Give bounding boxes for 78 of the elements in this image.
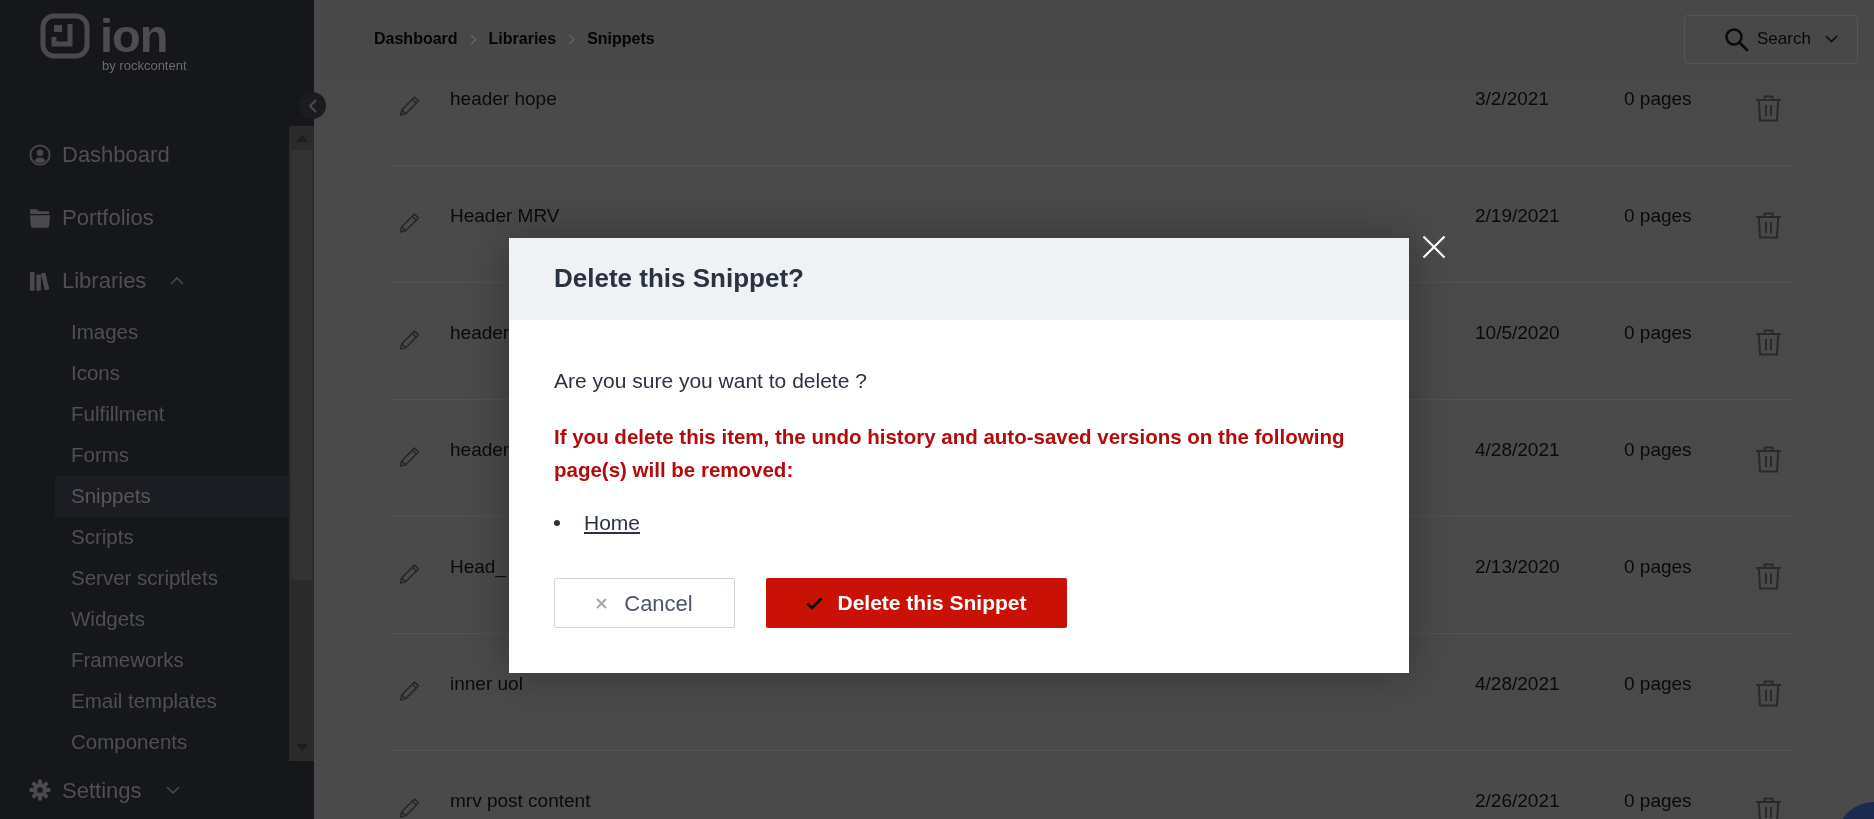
trash-icon[interactable]	[1754, 95, 1783, 122]
trash-icon[interactable]	[1754, 563, 1783, 590]
search-icon	[1724, 26, 1749, 52]
sidebar-subitem[interactable]: Server scriptlets	[55, 558, 289, 599]
snippet-date: 4/28/2021	[1475, 674, 1560, 694]
page-count: 0 pages	[1624, 323, 1692, 343]
sidebar-subitem[interactable]: Scripts	[55, 517, 289, 558]
snippet-date: 2/19/2021	[1475, 206, 1560, 226]
delete-button[interactable]: Delete this Snippet	[766, 578, 1067, 628]
scrollbar[interactable]	[289, 126, 314, 761]
user-circle-icon	[29, 143, 51, 166]
snippet-name: header	[450, 440, 510, 460]
chevron-right-icon	[568, 33, 576, 45]
page-count: 0 pages	[1624, 89, 1692, 109]
chevron-down-icon	[1824, 35, 1838, 43]
page-count: 0 pages	[1624, 206, 1692, 226]
page-count: 0 pages	[1624, 440, 1692, 460]
chevron-right-icon	[469, 33, 477, 45]
warning-message: If you delete this item, the undo history and auto-saved versions on the following page(s) will be removed:	[554, 424, 1346, 483]
cross-icon	[596, 597, 608, 609]
snippet-name: inner uol	[450, 674, 523, 694]
sidebar-subitem[interactable]: Widgets	[55, 599, 289, 640]
snippet-date: 10/5/2020	[1475, 323, 1560, 343]
logo-tagline: by rockcontent	[102, 59, 187, 73]
trash-icon[interactable]	[1754, 797, 1783, 819]
cancel-button[interactable]: Cancel	[554, 578, 735, 628]
sidebar-item[interactable]: Libraries	[0, 249, 289, 312]
pencil-icon[interactable]	[398, 679, 422, 702]
checkmark-icon	[806, 596, 824, 610]
sidebar-subitem[interactable]: Icons	[55, 353, 289, 394]
breadcrumb-link[interactable]: Libraries	[488, 27, 557, 51]
logo-icon	[40, 13, 90, 59]
snippet-name: Header MRV	[450, 206, 560, 226]
sidebar-item[interactable]: Portfolios	[0, 186, 289, 249]
trash-icon[interactable]	[1754, 446, 1783, 473]
dialog-title: Delete this Snippet?	[554, 263, 804, 295]
pencil-icon[interactable]	[398, 445, 422, 468]
logo-wordmark: ion	[100, 16, 168, 56]
sidebar-subitem[interactable]: Snippets	[55, 476, 289, 517]
trash-icon[interactable]	[1754, 329, 1783, 356]
pencil-icon[interactable]	[398, 796, 422, 819]
snippet-date: 3/2/2021	[1475, 89, 1549, 109]
pencil-icon[interactable]	[398, 211, 422, 234]
trash-icon[interactable]	[1754, 680, 1783, 707]
books-icon	[29, 269, 51, 292]
snippet-date: 2/13/2020	[1475, 557, 1560, 577]
chevron-left-icon	[308, 98, 317, 113]
gear-icon	[29, 779, 51, 801]
sidebar-subitem[interactable]: Fulfillment	[55, 394, 289, 435]
sidebar-subitem[interactable]: Frameworks	[55, 640, 289, 681]
breadcrumb-link[interactable]: Dashboard	[374, 27, 458, 51]
close-icon[interactable]	[1422, 235, 1446, 259]
sidebar-subitem[interactable]: Images	[55, 312, 289, 353]
sidebar-item[interactable]: Dashboard	[0, 126, 289, 186]
bullet-icon	[554, 520, 560, 526]
sidebar-subitem[interactable]: Forms	[55, 435, 289, 476]
breadcrumb-current: Snippets	[587, 29, 655, 49]
search-button[interactable]: Search	[1684, 14, 1858, 64]
sidebar-item[interactable]: Settings	[0, 761, 180, 819]
snippet-name: mrv post content	[450, 791, 591, 811]
snippet-date: 4/28/2021	[1475, 440, 1560, 460]
page-link[interactable]: Home	[584, 509, 641, 537]
snippet-name: Head_	[450, 557, 506, 577]
snippet-name: header hope	[450, 89, 557, 109]
trash-icon[interactable]	[1754, 212, 1783, 239]
pencil-icon[interactable]	[398, 328, 422, 351]
snippet-date: 2/26/2021	[1475, 791, 1560, 811]
collapse-button[interactable]	[299, 92, 326, 119]
snippet-name: header	[450, 323, 510, 343]
pencil-icon[interactable]	[398, 94, 422, 117]
dialog-message: Are you sure you want to delete ?	[554, 368, 868, 394]
page-count: 0 pages	[1624, 674, 1692, 694]
page-count: 0 pages	[1624, 557, 1692, 577]
page-count: 0 pages	[1624, 791, 1692, 811]
sidebar-subitem[interactable]: Email templates	[55, 681, 289, 722]
pencil-icon[interactable]	[398, 562, 422, 585]
sidebar-subitem[interactable]: Components	[55, 722, 289, 761]
folder-icon	[29, 206, 51, 229]
